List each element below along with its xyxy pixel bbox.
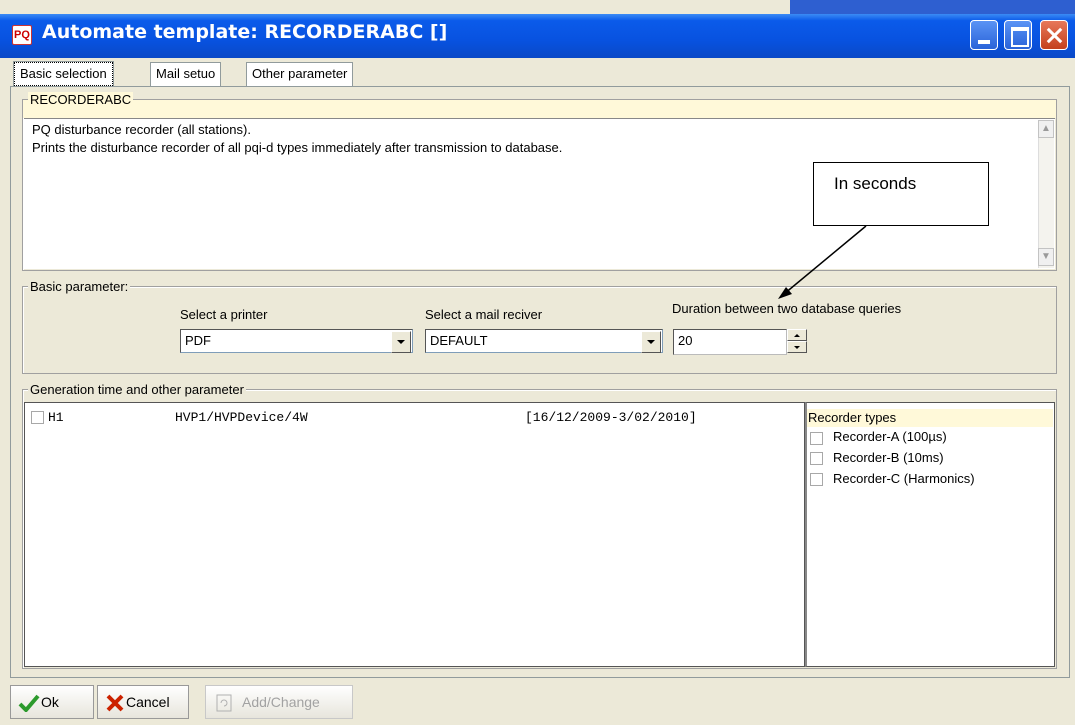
add-change-button[interactable]: Add/Change [205,685,353,719]
recorder-group-legend: RECORDERABC [28,92,134,107]
ok-label: Ok [41,694,59,710]
annotation-callout [813,162,989,226]
mail-receiver-label: Select a mail reciver [425,307,543,322]
scroll-down-arrow-icon[interactable]: ▼ [1038,248,1054,266]
tab-other-parameter[interactable]: Other parameter [246,62,354,86]
recorder-a-checkbox[interactable] [810,432,823,445]
description-scrollbar[interactable] [1038,120,1054,268]
mail-receiver-value: DEFAULT [430,333,488,348]
checkmark-icon [18,694,40,712]
maximize-button[interactable] [1004,20,1032,50]
scroll-up-arrow-icon[interactable]: ▲ [1038,120,1054,138]
generation-legend: Generation time and other parameter [28,382,246,397]
recorder-c-checkbox[interactable] [810,473,823,486]
window-title: Automate template: RECORDERABC [] [42,21,448,43]
tab-mail-setup[interactable]: Mail setuo [150,62,222,86]
row-id: H1 [48,410,64,425]
duration-value: 20 [678,333,693,348]
row-checkbox[interactable] [31,411,44,424]
cancel-label: Cancel [126,694,170,710]
add-change-label: Add/Change [242,694,320,710]
document-refresh-icon [216,694,232,712]
recorder-c-label: Recorder-C (Harmonics) [833,471,975,486]
close-button[interactable] [1040,20,1068,50]
row-date-range: [16/12/2009-3/02/2010] [525,410,697,425]
annotation-text: In seconds [834,174,917,193]
app-icon: PQ [12,25,32,45]
recorder-types-header: Recorder types [808,410,897,425]
chevron-down-icon[interactable] [391,331,411,353]
description-line: PQ disturbance recorder (all stations). [32,122,251,137]
row-path: HVP1/HVPDevice/4W [175,410,308,425]
cancel-x-icon [106,694,124,712]
description-line: Prints the disturbance recorder of all p… [32,140,563,155]
tab-basic-selection[interactable]: Basic selection [13,61,114,87]
spin-up-icon[interactable] [787,329,807,341]
background-strip [0,0,1075,14]
cancel-button[interactable]: Cancel [97,685,189,719]
basic-parameter-legend: Basic parameter: [28,279,131,294]
mail-receiver-select[interactable]: DEFAULT [425,329,663,353]
spin-down-icon[interactable] [787,341,807,353]
printer-select[interactable]: PDF [180,329,413,353]
ok-button[interactable]: Ok [10,685,94,719]
printer-label: Select a printer [180,307,268,322]
minimize-button[interactable] [970,20,998,50]
station-list[interactable] [24,402,805,667]
recorder-b-label: Recorder-B (10ms) [833,450,944,465]
recorder-b-checkbox[interactable] [810,452,823,465]
printer-value: PDF [185,333,211,348]
chevron-down-icon[interactable] [641,331,661,353]
duration-label: Duration between two database queries [672,301,902,316]
recorder-a-label: Recorder-A (100µs) [833,429,947,444]
